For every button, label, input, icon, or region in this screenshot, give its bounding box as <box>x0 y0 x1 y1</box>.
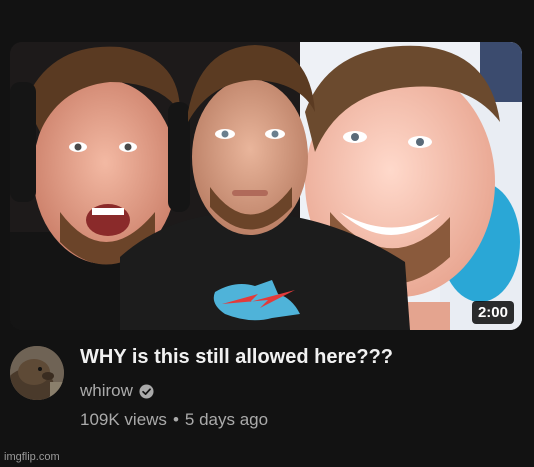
video-stats: 109K views • 5 days ago <box>80 410 520 430</box>
thumbnail-image <box>10 42 522 330</box>
verified-check-icon <box>139 383 154 399</box>
channel-row: whirow <box>80 380 520 402</box>
beaver-avatar-image <box>10 346 64 400</box>
channel-avatar[interactable] <box>10 346 64 400</box>
channel-name[interactable]: whirow <box>80 381 133 401</box>
view-count: 109K views <box>80 410 167 429</box>
video-thumbnail[interactable]: 2:00 <box>10 42 522 330</box>
video-meta: WHY is this still allowed here??? whirow… <box>80 344 520 430</box>
video-title[interactable]: WHY is this still allowed here??? <box>80 344 520 370</box>
upload-age: 5 days ago <box>184 410 269 429</box>
video-duration: 2:00 <box>471 301 514 324</box>
separator-dot: • <box>172 410 179 429</box>
video-card[interactable]: 2:00 WHY is this still allowed here??? w… <box>0 0 534 467</box>
imgflip-watermark: imgflip.com <box>4 451 60 463</box>
